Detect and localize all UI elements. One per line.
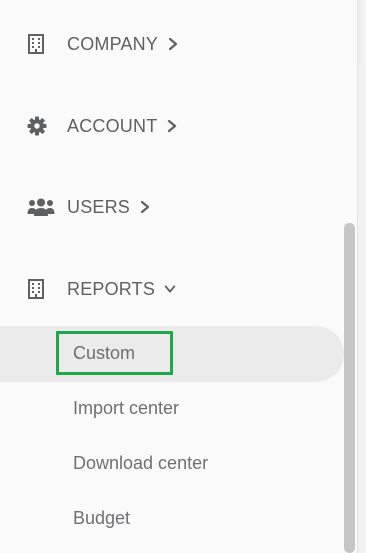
chevron-right-icon	[166, 119, 178, 133]
nav-item-label: ACCOUNT	[67, 115, 158, 136]
building-icon	[27, 34, 55, 54]
users-icon	[27, 197, 55, 217]
scrollbar-track[interactable]	[357, 0, 366, 553]
chevron-right-icon	[167, 37, 179, 51]
gear-icon	[27, 116, 55, 136]
chevron-down-icon	[164, 282, 176, 296]
panel-edge-shadow	[357, 0, 366, 64]
submenu-item-budget[interactable]: Budget	[73, 504, 130, 532]
chevron-right-icon	[139, 200, 151, 214]
nav-item-company[interactable]: COMPANY	[27, 29, 179, 59]
sidebar: COMPANY ACCOUNT USERS REPORTS Custom Imp…	[0, 0, 357, 553]
nav-item-reports[interactable]: REPORTS	[27, 274, 176, 304]
submenu-item-download-center[interactable]: Download center	[73, 449, 208, 477]
nav-item-label: USERS	[67, 196, 131, 217]
submenu-item-custom[interactable]: Custom	[73, 339, 135, 367]
building-icon	[27, 279, 55, 299]
selected-item-highlight	[0, 326, 344, 382]
scrollbar-thumb[interactable]	[344, 223, 355, 553]
app-window: COMPANY ACCOUNT USERS REPORTS Custom Imp…	[0, 0, 366, 553]
nav-item-label: REPORTS	[67, 278, 156, 299]
submenu-item-import-center[interactable]: Import center	[73, 394, 179, 422]
nav-item-account[interactable]: ACCOUNT	[27, 111, 178, 141]
nav-item-label: COMPANY	[67, 33, 159, 54]
nav-item-users[interactable]: USERS	[27, 192, 151, 222]
